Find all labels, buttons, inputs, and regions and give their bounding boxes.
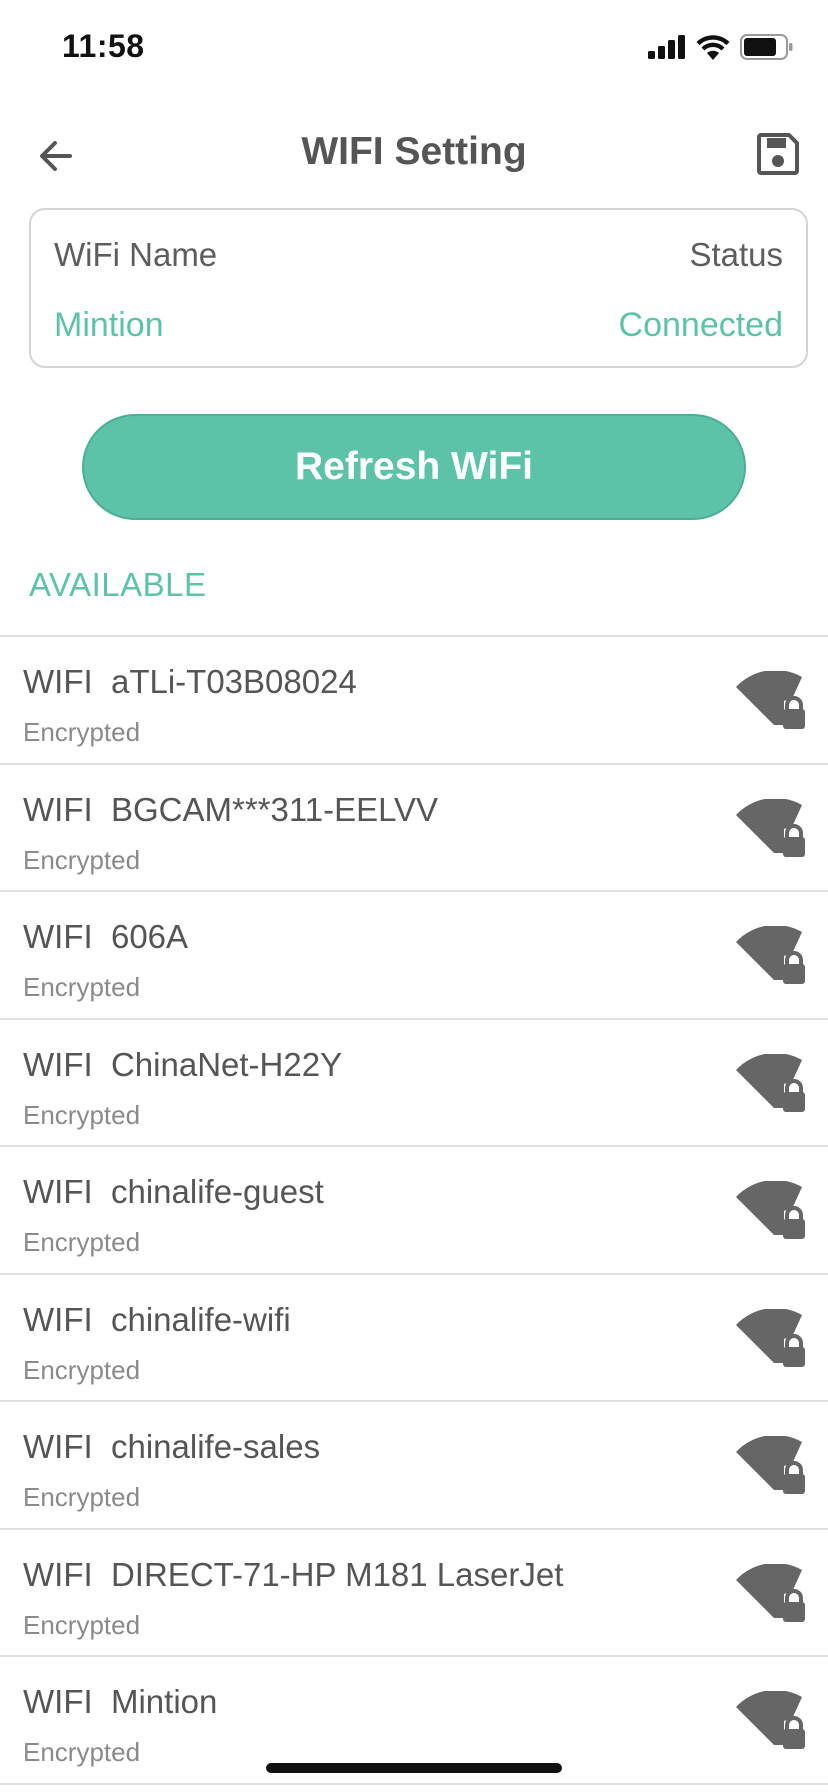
status-label: Status <box>689 236 783 273</box>
wifi-list-item[interactable]: WIFI chinalife-wifi Encrypted <box>0 1275 828 1402</box>
wifi-network-name: WIFI chinalife-guest <box>23 1173 324 1210</box>
wifi-list-item[interactable]: WIFI DIRECT-71-HP M181 LaserJet Encrypted <box>0 1530 828 1657</box>
wifi-network-security: Encrypted <box>23 972 141 1002</box>
refresh-wifi-button[interactable]: Refresh WiFi <box>82 414 746 520</box>
wifi-locked-signal-icon <box>734 1434 810 1498</box>
cellular-signal-icon <box>648 35 685 59</box>
current-wifi-card: WiFi Name Status Mintion Connected <box>29 208 808 368</box>
wifi-network-name: WIFI BGCAM***311-EELVV <box>23 790 439 828</box>
wifi-network-name: WIFI 606A <box>23 918 189 955</box>
wifi-network-name: WIFI aTLi-T03B08024 <box>23 663 357 700</box>
status-icons <box>648 34 794 60</box>
wifi-network-security: Encrypted <box>23 1737 141 1767</box>
wifi-network-name: WIFI chinalife-sales <box>23 1428 321 1465</box>
wifi-locked-signal-icon <box>734 1562 810 1626</box>
wifi-network-name: WIFI ChinaNet-H22Y <box>23 1045 343 1083</box>
wifi-network-security: Encrypted <box>23 1482 141 1512</box>
wifi-locked-signal-icon <box>734 1179 810 1243</box>
wifi-locked-signal-icon <box>734 797 810 861</box>
nav-bar: WIFI Setting <box>0 100 828 204</box>
wifi-list-item[interactable]: WIFI 606A Encrypted <box>0 892 828 1020</box>
wifi-locked-signal-icon <box>734 924 810 988</box>
wifi-network-security: Encrypted <box>23 1227 141 1257</box>
current-wifi-status: Connected <box>618 306 783 344</box>
wifi-list-item[interactable]: WIFI chinalife-sales Encrypted <box>0 1402 828 1530</box>
page-title: WIFI Setting <box>301 130 527 173</box>
wifi-network-security: Encrypted <box>23 717 141 747</box>
wifi-list-item[interactable]: WIFI aTLi-T03B08024 Encrypted <box>0 637 828 765</box>
wifi-locked-signal-icon <box>734 1689 810 1753</box>
available-section-title: AVAILABLE <box>29 566 207 603</box>
wifi-icon <box>696 35 730 60</box>
wifi-network-security: Encrypted <box>23 844 141 875</box>
current-wifi-name: Mintion <box>54 306 164 344</box>
wifi-locked-signal-icon <box>734 1307 810 1371</box>
home-indicator <box>266 1763 562 1773</box>
wifi-locked-signal-icon <box>734 1052 810 1116</box>
wifi-list: WIFI aTLi-T03B08024 Encrypted WIFI BGCAM**… <box>0 635 828 1785</box>
battery-icon <box>740 34 793 60</box>
wifi-network-security: Encrypted <box>23 1609 141 1640</box>
wifi-network-security: Encrypted <box>23 1354 141 1385</box>
floppy-disk-icon <box>757 133 799 175</box>
wifi-network-name: WIFI DIRECT-71-HP M181 LaserJet <box>23 1555 564 1593</box>
wifi-list-item[interactable]: WIFI chinalife-guest Encrypted <box>0 1147 828 1275</box>
wifi-locked-signal-icon <box>734 669 810 733</box>
status-time: 11:58 <box>62 28 145 64</box>
wifi-name-label: WiFi Name <box>54 236 218 273</box>
wifi-network-name: WIFI chinalife-wifi <box>23 1300 291 1338</box>
save-button[interactable] <box>750 126 806 182</box>
wifi-network-name: WIFI Mintion <box>23 1683 218 1720</box>
wifi-network-security: Encrypted <box>23 1099 141 1130</box>
wifi-list-item[interactable]: WIFI ChinaNet-H22Y Encrypted <box>0 1020 828 1147</box>
status-bar: 11:58 <box>0 0 828 100</box>
wifi-list-item[interactable]: WIFI BGCAM***311-EELVV Encrypted <box>0 765 828 892</box>
